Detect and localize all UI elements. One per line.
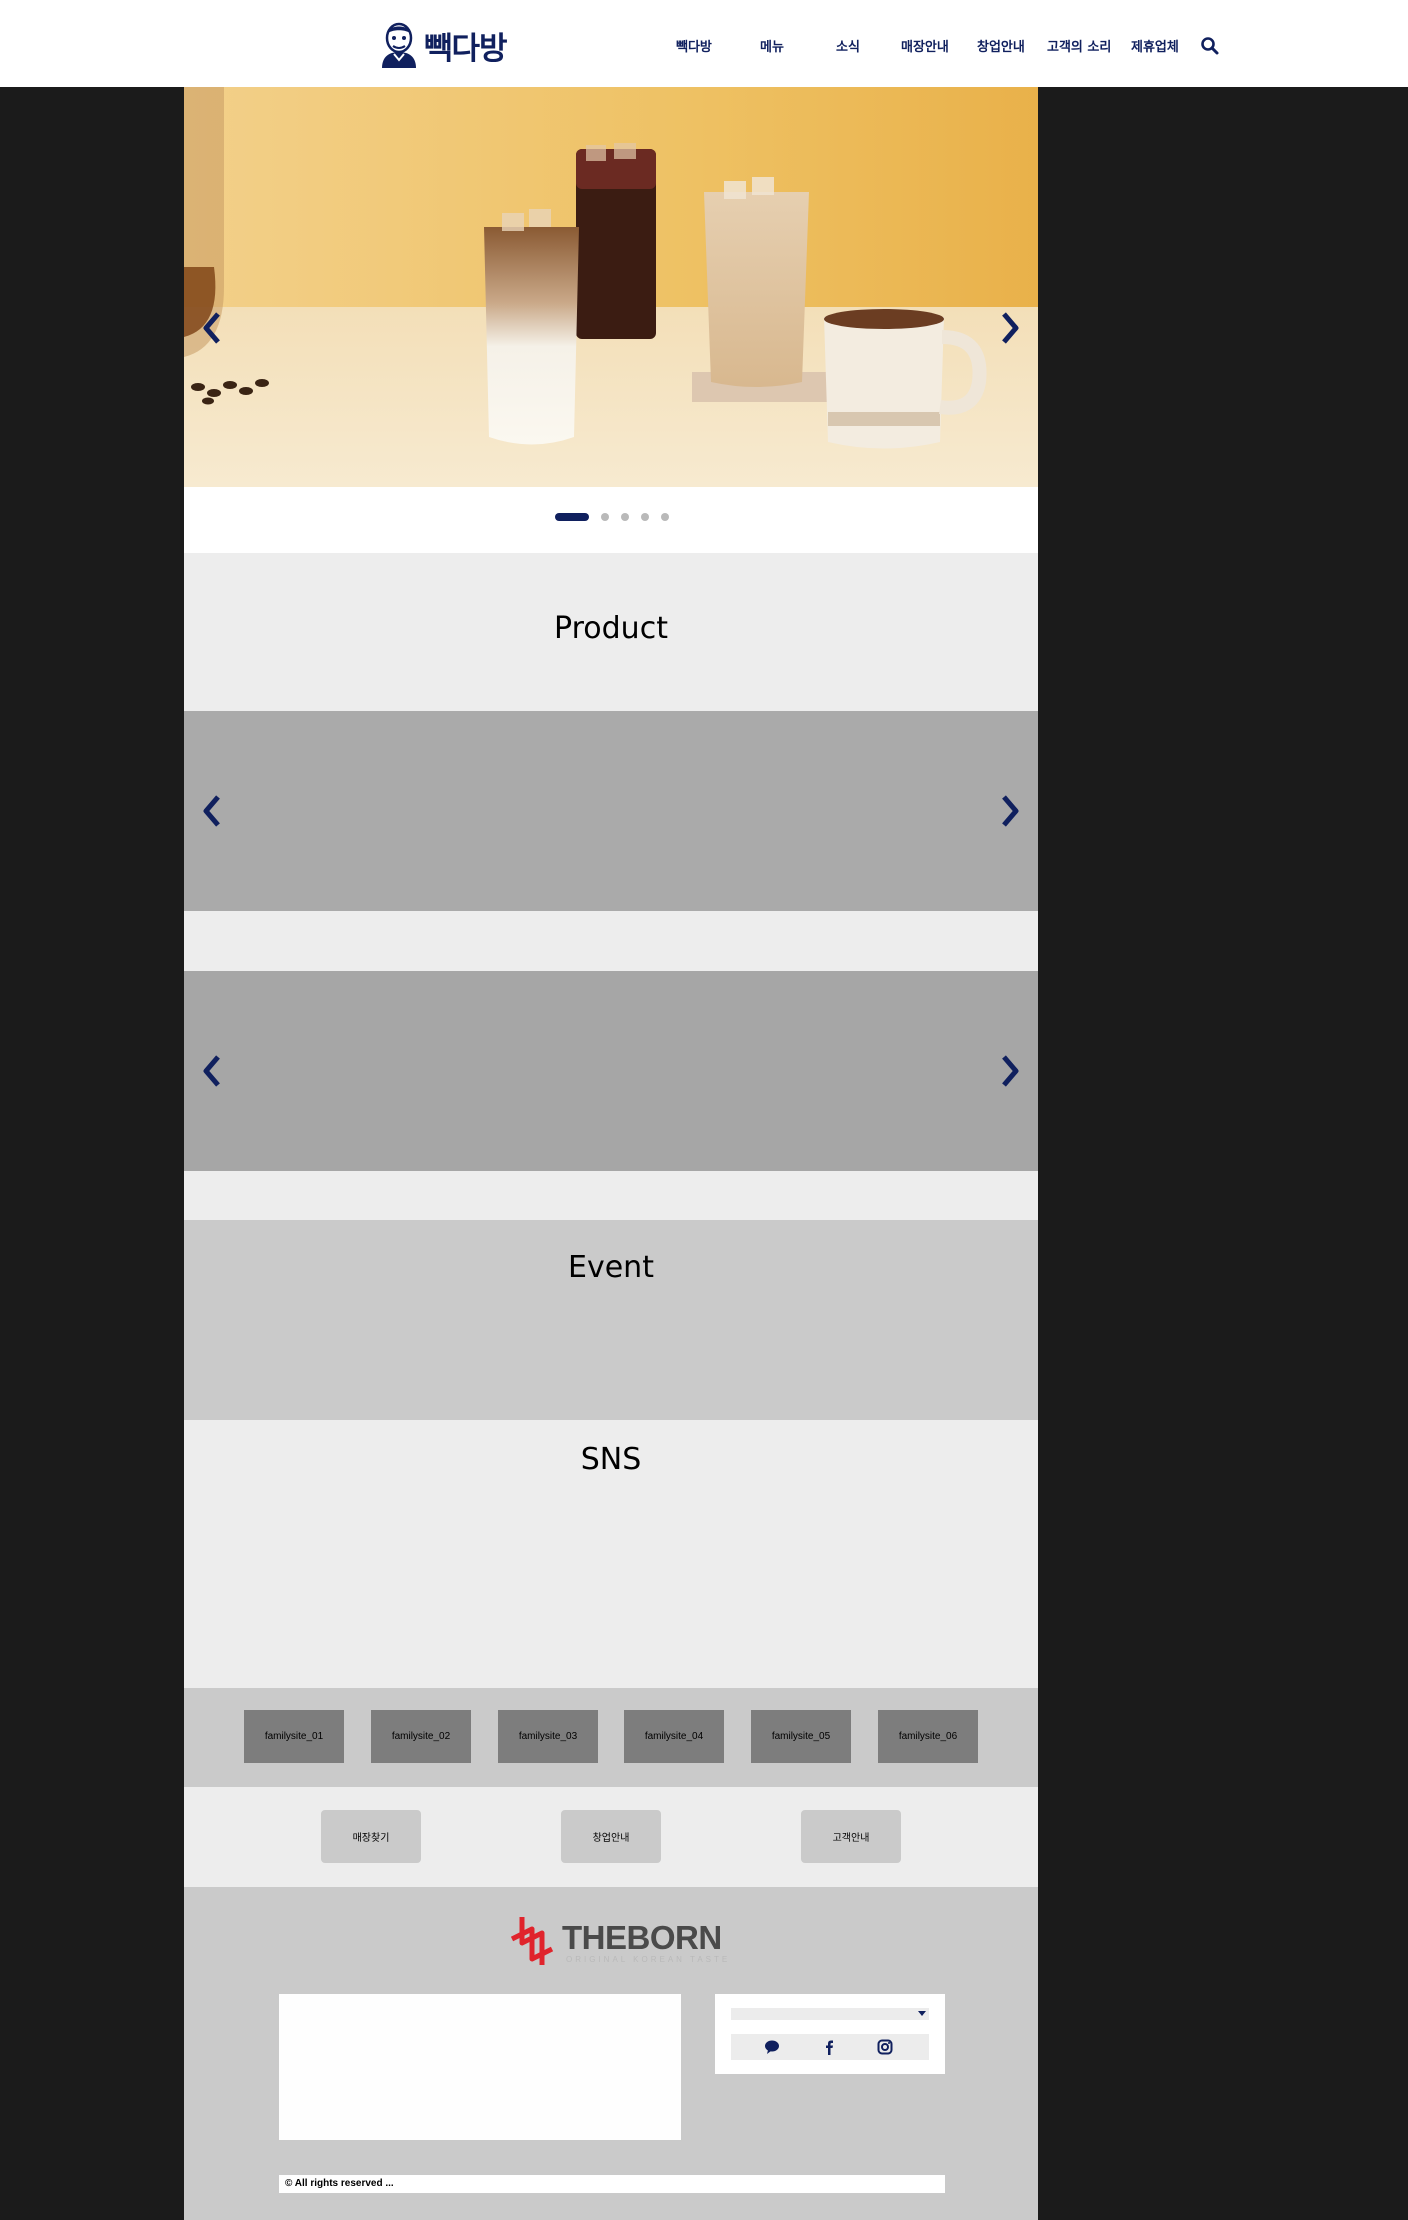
company-info-box [279, 1994, 681, 2140]
nav-item-partners[interactable]: 제휴업체 [1131, 36, 1179, 55]
product-section: Product [184, 553, 1038, 711]
nav-item-news[interactable]: 소식 [836, 36, 860, 55]
find-store-button[interactable]: 매장찾기 [321, 1810, 421, 1863]
caret-down-icon [918, 2011, 926, 2016]
event-title: Event [568, 1250, 654, 1285]
hero-slider [184, 87, 1038, 487]
pagination-dot-2[interactable] [601, 513, 609, 521]
product-slider-1-next-chevron-right-icon[interactable] [994, 791, 1024, 831]
site-footer: THEBORN ORIGINAL KOREAN TASTE © All righ… [184, 1887, 1038, 2220]
sns-section: SNS [184, 1420, 1038, 1688]
copyright: © All rights reserved ... [279, 2175, 945, 2193]
product-slider-2-prev-chevron-left-icon[interactable] [198, 1051, 228, 1091]
familysite-button-4[interactable]: familysite_04 [624, 1710, 724, 1763]
product-slider-2-next-chevron-right-icon[interactable] [994, 1051, 1024, 1091]
logo-face-icon [382, 22, 416, 68]
section-spacer [184, 911, 1038, 971]
hero-prev-chevron-left-icon[interactable] [198, 308, 228, 348]
familysite-button-3[interactable]: familysite_03 [498, 1710, 598, 1763]
product-slider-2 [184, 971, 1038, 1171]
hero-pagination [184, 487, 1038, 553]
product-slider-1-prev-chevron-left-icon[interactable] [198, 791, 228, 831]
kakaotalk-icon[interactable] [764, 2039, 780, 2055]
instagram-icon[interactable] [877, 2039, 893, 2055]
nav-item-stores[interactable]: 매장안내 [901, 36, 949, 55]
franchise-info-button[interactable]: 창업안내 [561, 1810, 661, 1863]
customer-info-button[interactable]: 고객안내 [801, 1810, 901, 1863]
footer-sns-box [715, 1994, 945, 2074]
familysite-button-6[interactable]: familysite_06 [878, 1710, 978, 1763]
hero-image [184, 87, 1038, 487]
familysite-button-2[interactable]: familysite_02 [371, 1710, 471, 1763]
pagination-dot-5[interactable] [661, 513, 669, 521]
theborn-logo[interactable]: THEBORN ORIGINAL KOREAN TASTE [508, 1913, 727, 1969]
pagination-dot-4[interactable] [641, 513, 649, 521]
site-header: 빽다방 빽다방 메뉴 소식 매장안내 창업안내 고객의 소리 제휴업체 [0, 0, 1408, 87]
familysite-button-5[interactable]: familysite_05 [751, 1710, 851, 1763]
event-section: Event [184, 1220, 1038, 1420]
nav-item-customer-voice[interactable]: 고객의 소리 [1047, 36, 1111, 55]
product-slider-1 [184, 711, 1038, 911]
pagination-dot-1[interactable] [555, 513, 589, 521]
sns-icon-bar [731, 2034, 929, 2060]
theborn-tagline: ORIGINAL KOREAN TASTE [566, 1955, 731, 1964]
search-icon[interactable] [1200, 36, 1220, 56]
hero-next-chevron-right-icon[interactable] [994, 308, 1024, 348]
theborn-wordmark: THEBORN [562, 1919, 722, 1956]
pagination-dot-3[interactable] [621, 513, 629, 521]
nav-item-menu[interactable]: 메뉴 [760, 36, 784, 55]
logo-text: 빽다방 [424, 31, 508, 67]
nav-item-paikdabang[interactable]: 빽다방 [676, 36, 712, 55]
section-spacer [184, 1171, 1038, 1220]
logo[interactable]: 빽다방 [376, 18, 512, 68]
family-site-select[interactable] [731, 2008, 929, 2020]
product-title: Product [554, 611, 668, 646]
facebook-icon[interactable] [821, 2039, 837, 2055]
theborn-mark-icon [510, 1917, 554, 1965]
nav-item-franchise[interactable]: 창업안내 [977, 36, 1025, 55]
familysite-button-1[interactable]: familysite_01 [244, 1710, 344, 1763]
quick-links: 매장찾기 창업안내 고객안내 [184, 1787, 1038, 1887]
sns-title: SNS [580, 1442, 642, 1477]
family-sites: familysite_01 familysite_02 familysite_0… [184, 1688, 1038, 1787]
